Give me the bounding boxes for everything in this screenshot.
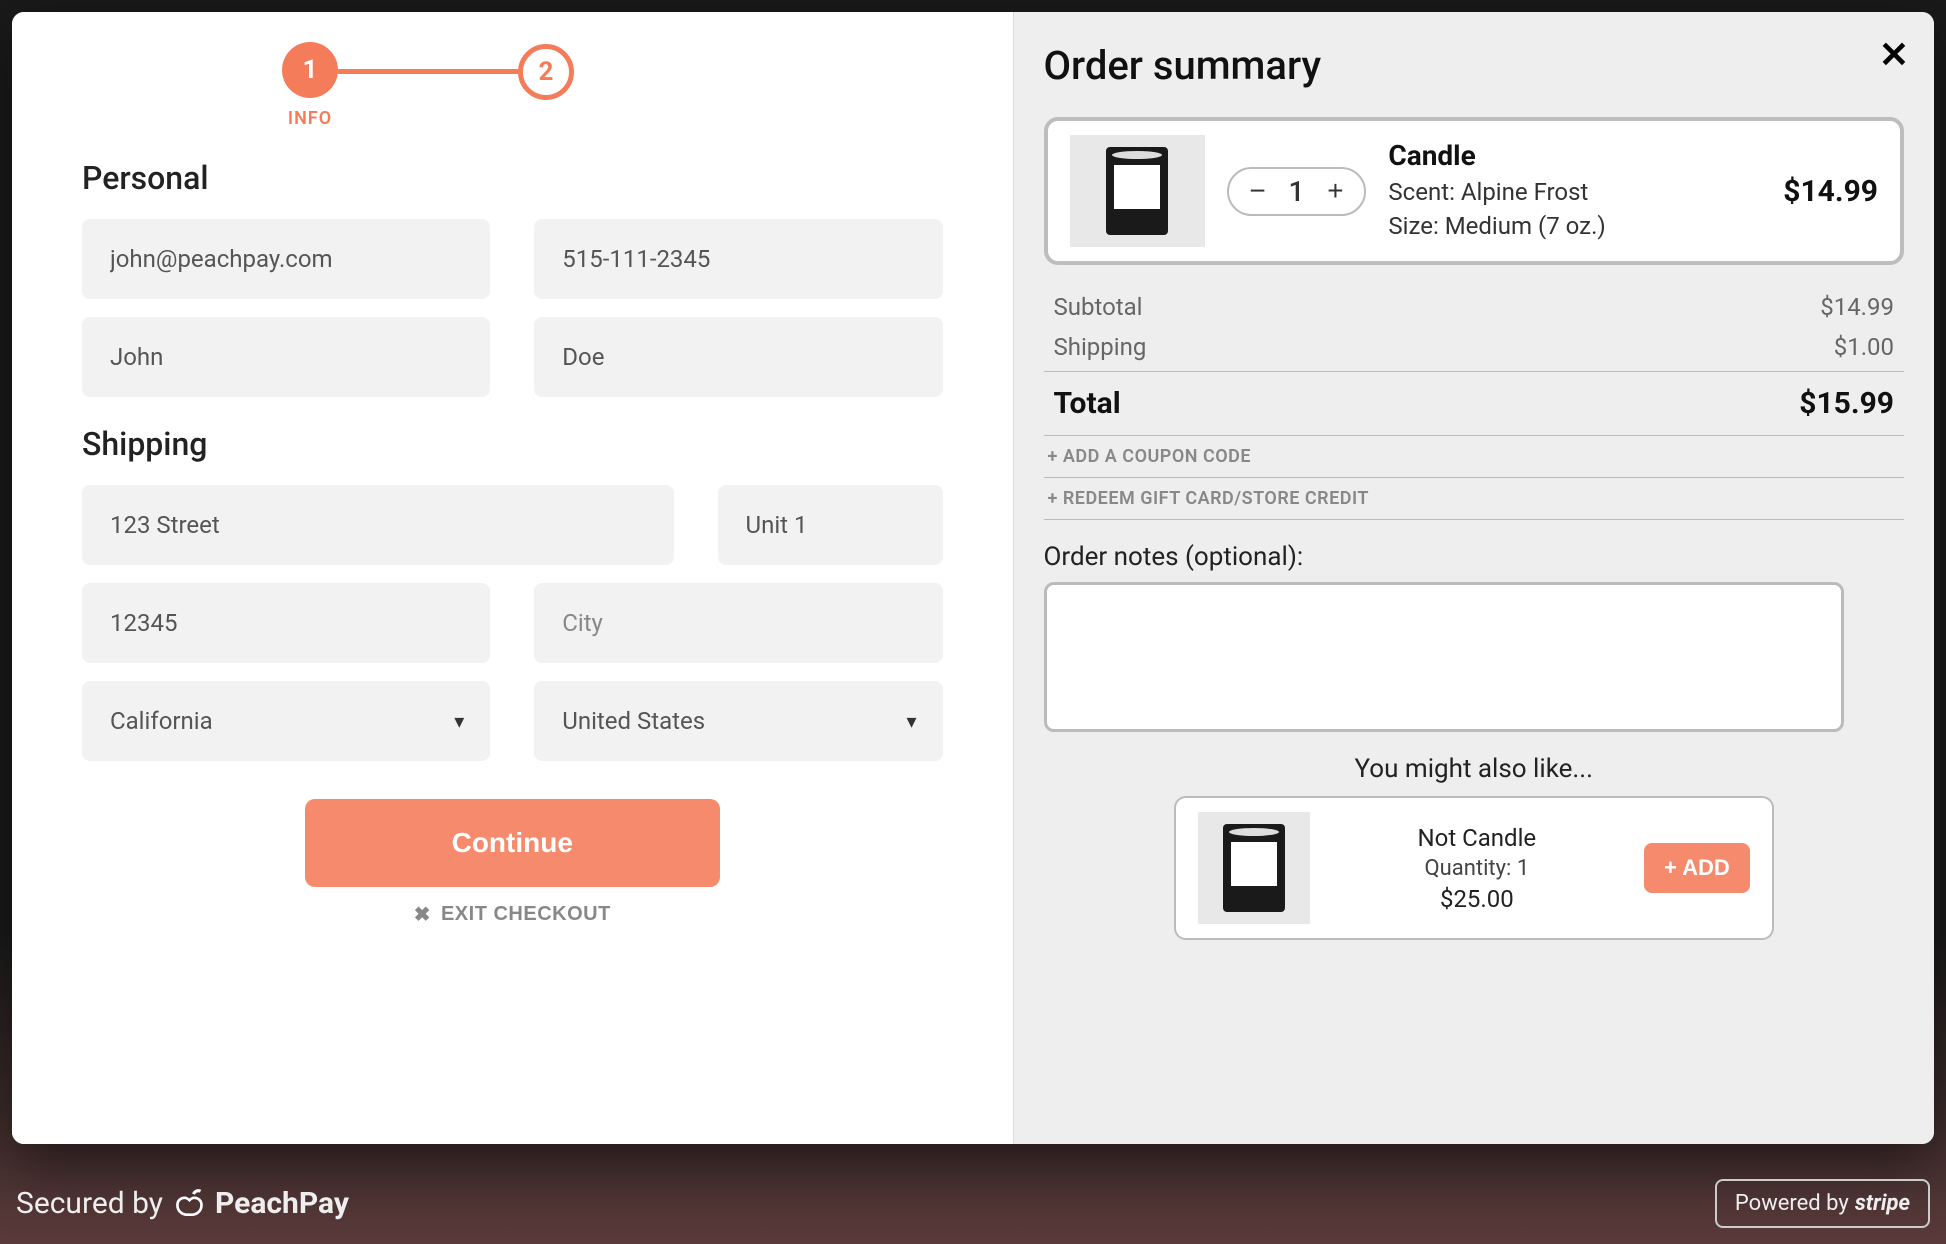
suggestion-info: Not Candle Quantity: 1 $25.00 <box>1332 824 1622 913</box>
postal-field[interactable] <box>82 583 490 663</box>
stripe-logo: stripe <box>1855 1191 1910 1216</box>
stripe-badge: Powered by stripe <box>1715 1179 1930 1228</box>
product-name: Candle <box>1388 139 1761 172</box>
redeem-giftcard-button[interactable]: + REDEEM GIFT CARD/STORE CREDIT <box>1044 478 1905 520</box>
suggestions-heading: You might also like... <box>1044 754 1905 784</box>
candle-icon <box>1106 147 1168 235</box>
shipping-heading: Shipping <box>82 425 943 463</box>
suggestion-card: Not Candle Quantity: 1 $25.00 + ADD <box>1174 796 1774 940</box>
city-field[interactable] <box>534 583 942 663</box>
quantity-stepper: − 1 + <box>1227 167 1367 216</box>
product-scent: Scent: Alpine Frost <box>1388 176 1761 210</box>
peachpay-logo: PeachPay <box>175 1186 349 1221</box>
secured-by: Secured by PeachPay <box>16 1186 349 1221</box>
continue-button[interactable]: Continue <box>305 799 720 887</box>
email-field[interactable] <box>82 219 490 299</box>
street-field[interactable] <box>82 485 674 565</box>
unit-field[interactable] <box>718 485 943 565</box>
state-value[interactable] <box>82 681 490 761</box>
footer: Secured by PeachPay Powered by stripe <box>16 1179 1930 1228</box>
subtotal-value: $14.99 <box>1820 293 1894 321</box>
subtotal-label: Subtotal <box>1054 293 1143 321</box>
order-notes-textarea[interactable] <box>1044 582 1844 732</box>
step-1-circle: 1 <box>282 42 338 98</box>
country-value[interactable] <box>534 681 942 761</box>
quantity-increase-button[interactable]: + <box>1322 175 1348 207</box>
quantity-decrease-button[interactable]: − <box>1245 175 1271 207</box>
close-icon: ✖ <box>414 902 431 927</box>
total-value: $15.99 <box>1799 386 1894 421</box>
state-select[interactable] <box>82 681 490 761</box>
peachpay-brand: PeachPay <box>215 1186 349 1221</box>
step-connector <box>338 69 518 74</box>
country-select[interactable] <box>534 681 942 761</box>
step-1-label: INFO <box>288 108 332 129</box>
add-coupon-button[interactable]: + ADD A COUPON CODE <box>1044 436 1905 478</box>
suggestion-quantity: Quantity: 1 <box>1332 856 1622 881</box>
notes-label: Order notes (optional): <box>1044 542 1905 572</box>
secured-label: Secured by <box>16 1186 163 1221</box>
suggestion-name: Not Candle <box>1332 824 1622 852</box>
suggestion-price: $25.00 <box>1332 885 1622 913</box>
step-2-circle: 2 <box>518 44 574 100</box>
step-2: 2 <box>518 44 574 100</box>
peach-icon <box>175 1187 209 1221</box>
exit-checkout-label: EXIT CHECKOUT <box>441 903 611 926</box>
add-suggestion-button[interactable]: + ADD <box>1644 843 1750 893</box>
shipping-label: Shipping <box>1054 333 1147 361</box>
product-image <box>1070 135 1205 247</box>
phone-field[interactable] <box>534 219 942 299</box>
totals-section: Subtotal $14.99 Shipping $1.00 Total $15… <box>1044 287 1905 520</box>
progress-stepper: 1 INFO 2 <box>282 42 943 129</box>
product-info: Candle Scent: Alpine Frost Size: Medium … <box>1388 139 1761 243</box>
first-name-field[interactable] <box>82 317 490 397</box>
checkout-modal: 1 INFO 2 Personal Shipping <box>12 12 1934 1144</box>
total-label: Total <box>1054 386 1121 421</box>
shipping-value: $1.00 <box>1834 333 1894 361</box>
personal-heading: Personal <box>82 159 943 197</box>
total-row: Total $15.99 <box>1044 371 1905 436</box>
product-card: − 1 + Candle Scent: Alpine Frost Size: M… <box>1044 117 1905 265</box>
suggestion-image <box>1198 812 1310 924</box>
summary-title: Order summary <box>1044 42 1905 89</box>
exit-checkout-button[interactable]: ✖ EXIT CHECKOUT <box>414 902 611 927</box>
close-button[interactable]: ✕ <box>1879 37 1909 73</box>
product-price: $14.99 <box>1783 174 1878 209</box>
shipping-row: Shipping $1.00 <box>1044 327 1905 367</box>
quantity-value: 1 <box>1289 175 1305 208</box>
subtotal-row: Subtotal $14.99 <box>1044 287 1905 327</box>
powered-label: Powered by <box>1735 1191 1849 1216</box>
order-summary-panel: ✕ Order summary − 1 + Candle Scent: Alpi… <box>1013 12 1935 1144</box>
last-name-field[interactable] <box>534 317 942 397</box>
product-size: Size: Medium (7 oz.) <box>1388 210 1761 244</box>
candle-icon <box>1223 824 1285 912</box>
info-panel: 1 INFO 2 Personal Shipping <box>12 12 1013 1144</box>
step-1: 1 INFO <box>282 42 338 129</box>
